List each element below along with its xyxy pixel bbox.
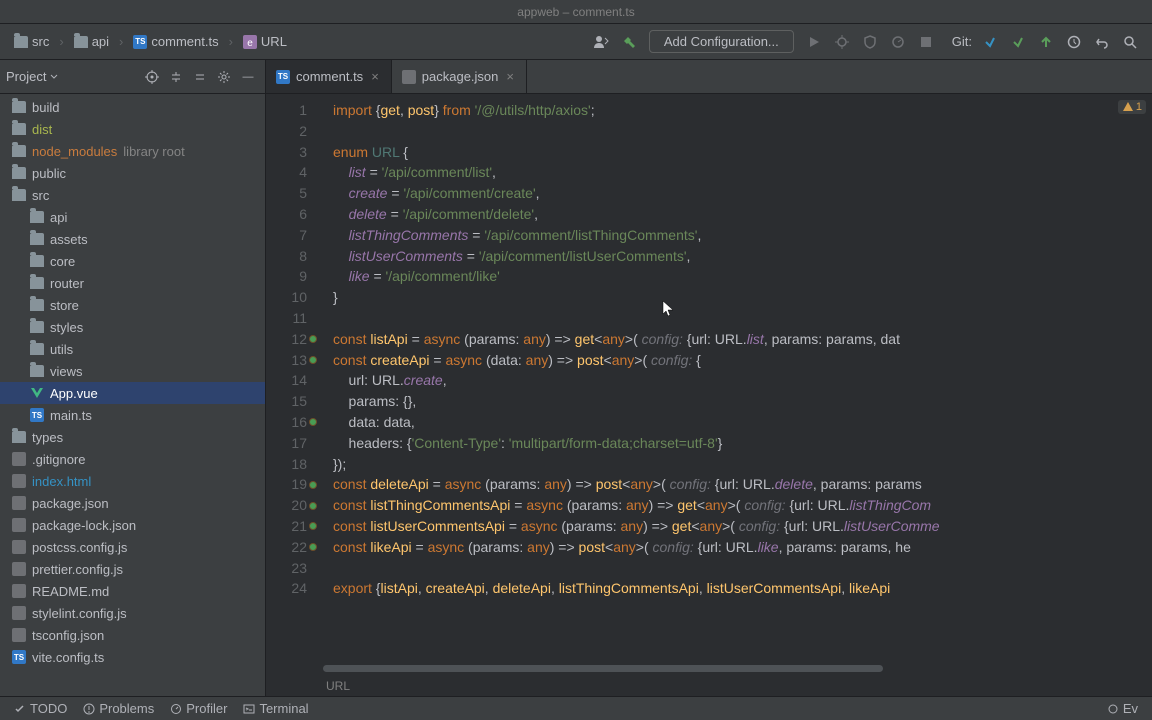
tree-item[interactable]: .gitignore — [0, 448, 265, 470]
tree-item[interactable]: stylelint.config.js — [0, 602, 265, 624]
run-icon[interactable] — [800, 28, 828, 56]
breadcrumb-item[interactable]: src — [8, 32, 55, 51]
code-area[interactable]: 123456789101112131415161718192021222324 … — [266, 94, 1152, 664]
tree-item[interactable]: package.json — [0, 492, 265, 514]
git-update-icon[interactable] — [976, 28, 1004, 56]
tree-item[interactable]: build — [0, 96, 265, 118]
tree-item[interactable]: router — [0, 272, 265, 294]
close-icon[interactable]: × — [504, 69, 516, 84]
breadcrumb-item[interactable]: api — [68, 32, 115, 51]
git-label: Git: — [952, 34, 976, 49]
tree-item[interactable]: public — [0, 162, 265, 184]
tree-item[interactable]: TSmain.ts — [0, 404, 265, 426]
bottom-toolbar: TODOProblemsProfilerTerminal Ev — [0, 696, 1152, 720]
tool-window-eventlog[interactable]: Ev — [1099, 699, 1146, 718]
project-tool-window: Project — builddistnode_modules library … — [0, 60, 266, 696]
tree-item[interactable]: store — [0, 294, 265, 316]
project-dropdown[interactable]: Project — [6, 69, 141, 84]
tree-item[interactable]: utils — [0, 338, 265, 360]
git-push-icon[interactable] — [1032, 28, 1060, 56]
editor-tab[interactable]: TScomment.ts× — [266, 60, 392, 93]
tool-window-problems[interactable]: Problems — [75, 699, 162, 718]
svg-text:e: e — [247, 38, 253, 49]
tree-item[interactable]: README.md — [0, 580, 265, 602]
tool-window-profiler[interactable]: Profiler — [162, 699, 235, 718]
tree-item[interactable]: TSvite.config.ts — [0, 646, 265, 668]
close-icon[interactable]: × — [369, 69, 381, 84]
debug-icon[interactable] — [828, 28, 856, 56]
git-history-icon[interactable] — [1060, 28, 1088, 56]
tree-item[interactable]: package-lock.json — [0, 514, 265, 536]
breadcrumb-item[interactable]: TScomment.ts — [127, 32, 224, 51]
tree-item[interactable]: prettier.config.js — [0, 558, 265, 580]
breadcrumb-bottom: URL — [266, 676, 1152, 696]
minimize-icon[interactable]: — — [237, 66, 259, 88]
horizontal-scrollbar[interactable] — [321, 664, 1144, 674]
main-toolbar: src›api›TScomment.ts›eURL Add Configurat… — [0, 24, 1152, 60]
editor: TScomment.ts×package.json× 1234567891011… — [266, 60, 1152, 696]
git-rollback-icon[interactable] — [1088, 28, 1116, 56]
code-lines[interactable]: import {get, post} from '/@/utils/http/a… — [321, 94, 1152, 664]
tree-item[interactable]: styles — [0, 316, 265, 338]
tree-item[interactable]: App.vue — [0, 382, 265, 404]
editor-tab[interactable]: package.json× — [392, 60, 527, 93]
tree-item[interactable]: types — [0, 426, 265, 448]
run-configuration[interactable]: Add Configuration... — [649, 30, 794, 53]
expand-all-icon[interactable] — [165, 66, 187, 88]
tree-item[interactable]: core — [0, 250, 265, 272]
tool-window-todo[interactable]: TODO — [6, 699, 75, 718]
titlebar: appweb – comment.ts — [0, 0, 1152, 24]
profile-icon[interactable] — [884, 28, 912, 56]
tree-item[interactable]: index.html — [0, 470, 265, 492]
user-icon[interactable] — [587, 28, 615, 56]
tree-item[interactable]: node_modules library root — [0, 140, 265, 162]
warning-badge[interactable]: 1 — [1118, 100, 1146, 114]
search-icon[interactable] — [1116, 28, 1144, 56]
project-tree[interactable]: builddistnode_modules library rootpublic… — [0, 94, 265, 696]
breadcrumb: src›api›TScomment.ts›eURL — [8, 32, 293, 51]
tree-item[interactable]: assets — [0, 228, 265, 250]
stop-icon[interactable] — [912, 28, 940, 56]
tree-item[interactable]: views — [0, 360, 265, 382]
hammer-icon[interactable] — [615, 28, 643, 56]
locate-icon[interactable] — [141, 66, 163, 88]
breadcrumb-item[interactable]: eURL — [237, 32, 293, 51]
tree-item[interactable]: api — [0, 206, 265, 228]
coverage-icon[interactable] — [856, 28, 884, 56]
gear-icon[interactable] — [213, 66, 235, 88]
tree-item[interactable]: dist — [0, 118, 265, 140]
git-commit-icon[interactable] — [1004, 28, 1032, 56]
collapse-all-icon[interactable] — [189, 66, 211, 88]
gutter: 123456789101112131415161718192021222324 — [266, 94, 321, 664]
tree-item[interactable]: postcss.config.js — [0, 536, 265, 558]
editor-tabs: TScomment.ts×package.json× — [266, 60, 1152, 94]
tool-window-terminal[interactable]: Terminal — [235, 699, 316, 718]
tree-item[interactable]: tsconfig.json — [0, 624, 265, 646]
tree-item[interactable]: src — [0, 184, 265, 206]
